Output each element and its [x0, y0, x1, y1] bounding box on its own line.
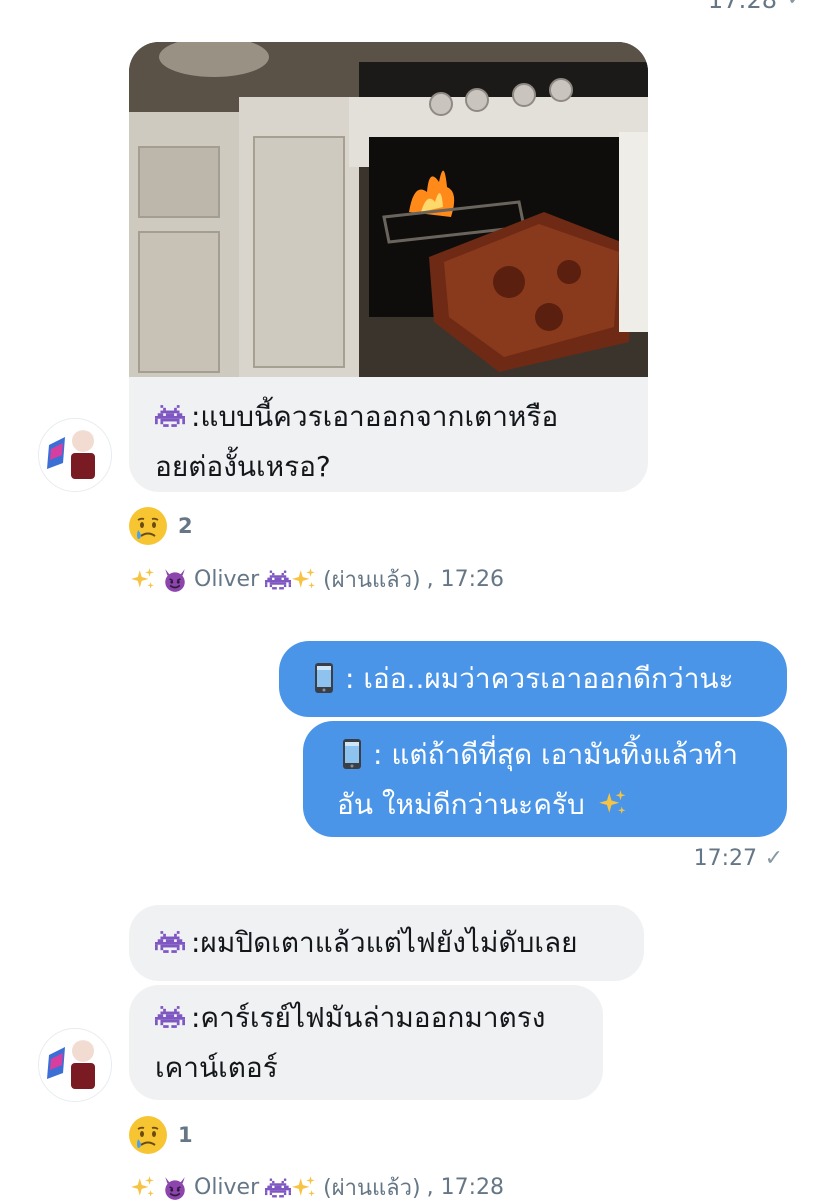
- mobile-phone-icon: [337, 739, 367, 769]
- sender-avatar[interactable]: [38, 1028, 112, 1102]
- outgoing-message[interactable]: : แต่ถ้าดีที่สุด เอามันทิ้งแล้วทำ อัน ให…: [303, 721, 787, 837]
- sparkles-icon: [598, 789, 628, 819]
- previous-timestamp: 17:28: [707, 0, 777, 14]
- alien-monster-icon: [155, 401, 185, 431]
- image-caption: :แบบนี้ควรเอาออกจากเตาหรือ อยต่องั้นเหรอ…: [155, 392, 635, 492]
- incoming-message-line2: เคาน์เตอร์: [155, 1051, 278, 1084]
- caption-text-line1: :แบบนี้ควรเอาออกจากเตาหรือ: [191, 400, 559, 433]
- alien-monster-icon: [155, 927, 185, 957]
- seen-status: (ผ่านแล้ว): [323, 568, 421, 593]
- mobile-phone-icon: [309, 663, 339, 693]
- message-meta: Oliver (ผ่านแล้ว) , 17:26: [130, 562, 504, 597]
- oven-fire-photo[interactable]: [129, 42, 648, 377]
- crying-face-icon: [128, 506, 168, 546]
- crying-face-icon: [128, 1115, 168, 1155]
- reaction-count: 1: [178, 1123, 193, 1147]
- incoming-message-text: :ผมปิดเตาแล้วแต่ไฟยังไม่ดับเลย: [191, 926, 578, 959]
- sparkles-icon: [291, 1175, 317, 1200]
- avatar-illustration: [39, 419, 111, 491]
- sparkles-icon: [130, 567, 156, 593]
- incoming-message[interactable]: :ผมปิดเตาแล้วแต่ไฟยังไม่ดับเลย: [129, 905, 644, 981]
- smiling-devil-icon: [162, 567, 188, 593]
- message-time: , 17:26: [426, 567, 504, 592]
- received-image-message[interactable]: :แบบนี้ควรเอาออกจากเตาหรือ อยต่องั้นเหรอ…: [129, 42, 648, 492]
- sparkles-icon: [291, 567, 317, 593]
- message-time: , 17:28: [426, 1175, 504, 1200]
- read-check-icon: ✓: [787, 0, 805, 11]
- sender-avatar[interactable]: [38, 418, 112, 492]
- sender-name: Oliver: [194, 567, 260, 592]
- avatar-illustration: [39, 1029, 111, 1101]
- seen-status: (ผ่านแล้ว): [323, 1176, 421, 1200]
- message-meta: Oliver (ผ่านแล้ว) , 17:28: [130, 1170, 504, 1200]
- outgoing-message[interactable]: : เอ่อ..ผมว่าควรเอาออกดีกว่านะ: [279, 641, 787, 717]
- message-reaction[interactable]: 2: [128, 506, 193, 546]
- sender-name: Oliver: [194, 1175, 260, 1200]
- alien-monster-icon: [265, 567, 291, 593]
- message-reaction[interactable]: 1: [128, 1115, 193, 1155]
- outgoing-message-line1: : แต่ถ้าดีที่สุด เอามันทิ้งแล้วทำ: [373, 738, 738, 771]
- outgoing-time: 17:27: [693, 846, 757, 871]
- incoming-message[interactable]: :คาร์เรย์ไฟมันล่ามออกมาตรง เคาน์เตอร์: [129, 985, 603, 1100]
- outgoing-message-line2: อัน ใหม่ดีกว่านะครับ: [337, 788, 585, 821]
- reaction-count: 2: [178, 514, 193, 538]
- smiling-devil-icon: [162, 1175, 188, 1200]
- caption-text-line2: อยต่องั้นเหรอ?: [155, 450, 331, 483]
- alien-monster-icon: [265, 1175, 291, 1200]
- sparkles-icon: [130, 1175, 156, 1200]
- incoming-message-line1: :คาร์เรย์ไฟมันล่ามออกมาตรง: [191, 1001, 546, 1034]
- read-check-icon: ✓: [764, 846, 783, 871]
- alien-monster-icon: [155, 1002, 185, 1032]
- outgoing-message-text: : เอ่อ..ผมว่าควรเอาออกดีกว่านะ: [345, 662, 734, 695]
